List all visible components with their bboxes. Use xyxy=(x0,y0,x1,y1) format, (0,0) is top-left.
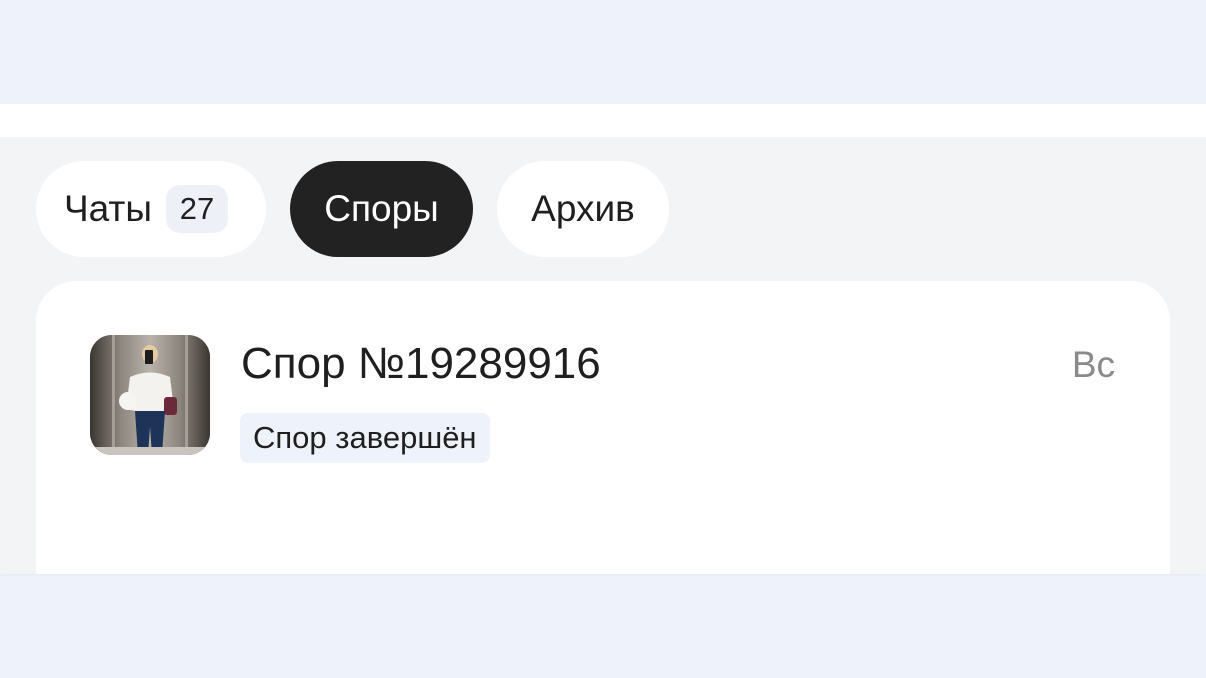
dispute-title: Спор №19289916 xyxy=(241,339,601,388)
tab-chats-label: Чаты xyxy=(64,188,152,229)
status-badge: Спор завершён xyxy=(240,413,490,463)
tab-archive[interactable]: Архив xyxy=(497,161,669,257)
dispute-day: Вс xyxy=(1071,344,1115,385)
tab-disputes[interactable]: Споры xyxy=(290,161,473,257)
disputes-panel: Чаты 27 Споры Архив Спор №19289916 Спор … xyxy=(0,104,1206,574)
product-photo-icon xyxy=(90,335,210,455)
tab-disputes-label: Споры xyxy=(324,188,439,229)
chats-count-badge: 27 xyxy=(165,185,228,233)
tab-archive-label: Архив xyxy=(531,188,635,229)
dispute-list-item[interactable]: Спор №19289916 Спор завершён Вс xyxy=(36,281,1170,574)
tab-chats[interactable]: Чаты 27 xyxy=(36,161,266,257)
tab-bar: Чаты 27 Споры Архив xyxy=(36,161,669,257)
top-strip xyxy=(0,104,1206,137)
product-photo-svg xyxy=(90,335,210,455)
